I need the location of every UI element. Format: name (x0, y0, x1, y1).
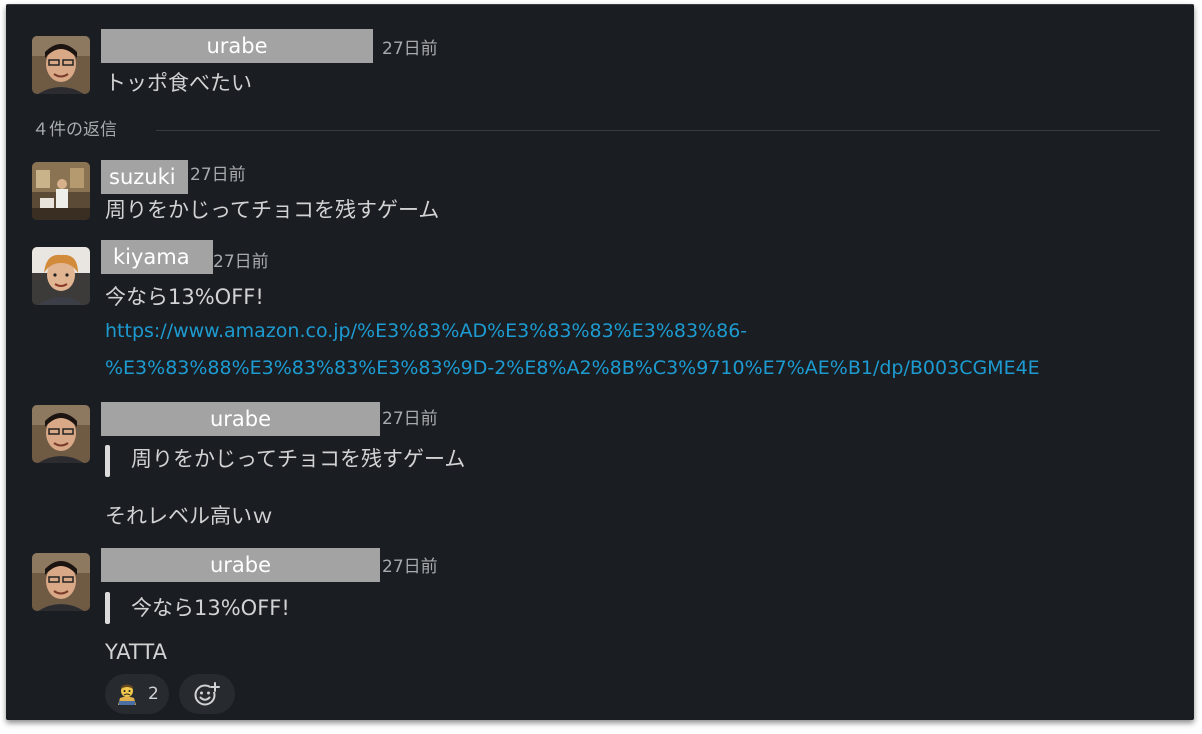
timestamp[interactable]: 27日前 (213, 250, 269, 274)
quote-bar (105, 592, 110, 624)
timestamp[interactable]: 27日前 (382, 37, 438, 61)
crying-person-emoji-icon (118, 684, 136, 705)
top-border (6, 4, 1194, 5)
timestamp[interactable]: 27日前 (190, 163, 246, 187)
message-text: YATTA (105, 640, 167, 664)
message-text: それレベル高いｗ (105, 504, 273, 528)
reply-count: ４件の返信 (32, 120, 117, 140)
avatar[interactable] (32, 162, 90, 220)
author-name[interactable]: suzuki (101, 160, 188, 194)
message-text: 今なら13%OFF! (105, 285, 264, 309)
reply-divider (156, 130, 1160, 131)
message-link[interactable]: %E3%83%88%E3%83%83%E3%83%9D-2%E8%A2%8B%C… (105, 352, 1040, 385)
avatar[interactable] (32, 553, 90, 611)
author-name[interactable]: urabe (101, 548, 380, 582)
avatar[interactable] (32, 36, 90, 94)
author-name[interactable]: urabe (101, 29, 373, 63)
author-name[interactable]: urabe (101, 402, 380, 436)
quoted-text: 周りをかじってチョコを残すゲーム (131, 447, 466, 471)
avatar[interactable] (32, 405, 90, 463)
thread-panel: urabe 27日前 トッポ食べたい ４件の返信 suzuki 27日前 周りを… (6, 4, 1194, 720)
quote-bar (105, 445, 110, 477)
reaction-button[interactable]: 2 (105, 674, 169, 714)
message-link[interactable]: https://www.amazon.co.jp/%E3%83%AD%E3%83… (105, 315, 747, 348)
add-emoji-icon (194, 682, 220, 706)
add-reaction-button[interactable] (179, 674, 235, 714)
message-text: 周りをかじってチョコを残すゲーム (105, 198, 440, 222)
timestamp[interactable]: 27日前 (382, 555, 438, 579)
author-name[interactable]: kiyama (101, 240, 213, 274)
timestamp[interactable]: 27日前 (382, 407, 438, 431)
reaction-count: 2 (148, 684, 159, 704)
quoted-text: 今なら13%OFF! (131, 596, 290, 620)
avatar[interactable] (32, 247, 90, 305)
message-text: トッポ食べたい (105, 71, 252, 95)
